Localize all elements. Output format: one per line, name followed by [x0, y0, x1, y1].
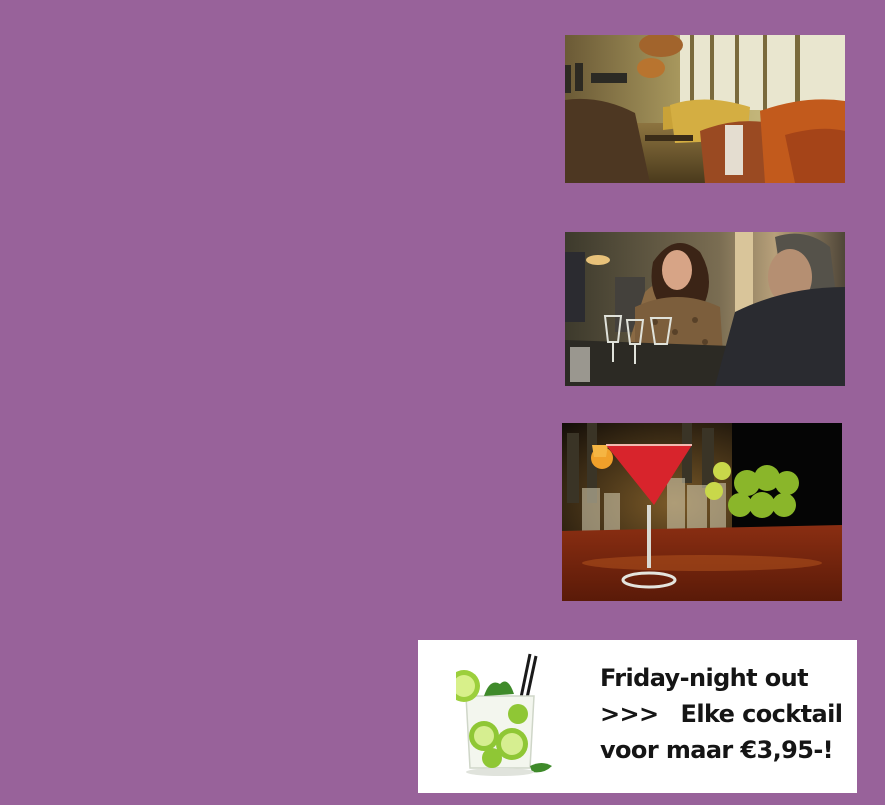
promo-arrows: >>>	[600, 700, 659, 728]
mojito-image	[456, 653, 552, 776]
cocktail-image	[562, 423, 842, 601]
promo-line-2-text: Elke cocktail	[680, 700, 843, 728]
promo-banner: Friday-night out >>> Elke cocktail voor m…	[418, 640, 857, 793]
promo-line-3: voor maar €3,95-!	[600, 736, 834, 764]
photo-cocktail	[562, 423, 842, 601]
lounge-image	[565, 35, 845, 183]
promo-text: Friday-night out >>> Elke cocktail voor m…	[600, 660, 843, 768]
dinner-image	[565, 232, 845, 386]
promo-line-2: >>> Elke cocktail	[600, 696, 843, 732]
page: { "background_color": "#98629a", "photos…	[0, 0, 885, 805]
photo-lounge	[565, 35, 845, 183]
promo-line-1: Friday-night out	[600, 664, 809, 692]
photo-dinner	[565, 232, 845, 386]
